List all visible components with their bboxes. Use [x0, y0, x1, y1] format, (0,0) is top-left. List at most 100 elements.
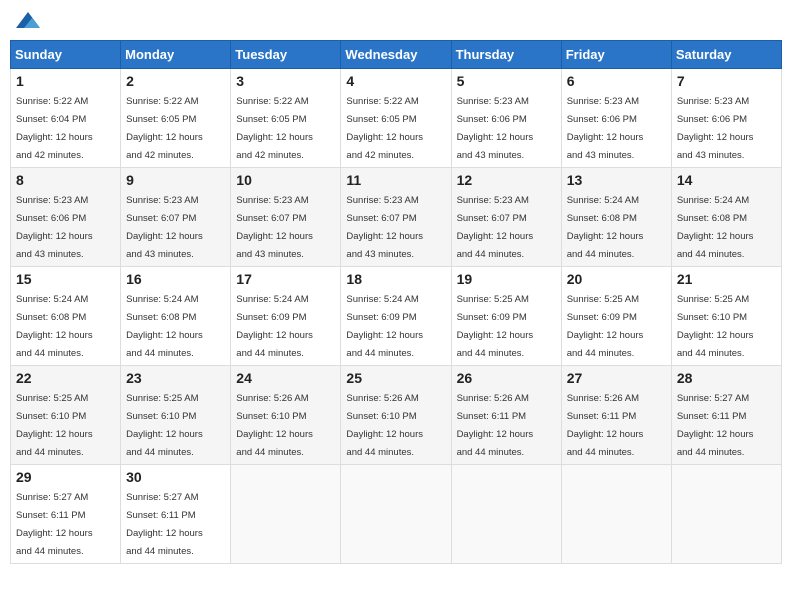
calendar-cell: 2 Sunrise: 5:22 AMSunset: 6:05 PMDayligh…	[121, 69, 231, 168]
day-number: 7	[677, 73, 776, 89]
day-info: Sunrise: 5:22 AMSunset: 6:05 PMDaylight:…	[346, 96, 423, 161]
day-info: Sunrise: 5:24 AMSunset: 6:08 PMDaylight:…	[677, 195, 754, 260]
calendar-cell: 9 Sunrise: 5:23 AMSunset: 6:07 PMDayligh…	[121, 168, 231, 267]
calendar-cell: 24 Sunrise: 5:26 AMSunset: 6:10 PMDaylig…	[231, 366, 341, 465]
header	[10, 10, 782, 32]
day-number: 19	[457, 271, 556, 287]
day-info: Sunrise: 5:26 AMSunset: 6:10 PMDaylight:…	[346, 393, 423, 458]
day-info: Sunrise: 5:27 AMSunset: 6:11 PMDaylight:…	[126, 492, 203, 557]
calendar-cell: 6 Sunrise: 5:23 AMSunset: 6:06 PMDayligh…	[561, 69, 671, 168]
day-info: Sunrise: 5:22 AMSunset: 6:05 PMDaylight:…	[126, 96, 203, 161]
day-number: 2	[126, 73, 225, 89]
day-number: 1	[16, 73, 115, 89]
calendar-cell: 26 Sunrise: 5:26 AMSunset: 6:11 PMDaylig…	[451, 366, 561, 465]
calendar-cell: 19 Sunrise: 5:25 AMSunset: 6:09 PMDaylig…	[451, 267, 561, 366]
day-number: 9	[126, 172, 225, 188]
day-info: Sunrise: 5:26 AMSunset: 6:11 PMDaylight:…	[457, 393, 534, 458]
day-info: Sunrise: 5:27 AMSunset: 6:11 PMDaylight:…	[677, 393, 754, 458]
calendar-cell: 10 Sunrise: 5:23 AMSunset: 6:07 PMDaylig…	[231, 168, 341, 267]
day-info: Sunrise: 5:23 AMSunset: 6:07 PMDaylight:…	[346, 195, 423, 260]
day-info: Sunrise: 5:26 AMSunset: 6:10 PMDaylight:…	[236, 393, 313, 458]
day-info: Sunrise: 5:25 AMSunset: 6:10 PMDaylight:…	[126, 393, 203, 458]
day-info: Sunrise: 5:24 AMSunset: 6:08 PMDaylight:…	[16, 294, 93, 359]
day-info: Sunrise: 5:24 AMSunset: 6:09 PMDaylight:…	[236, 294, 313, 359]
day-info: Sunrise: 5:23 AMSunset: 6:06 PMDaylight:…	[567, 96, 644, 161]
day-number: 27	[567, 370, 666, 386]
day-number: 22	[16, 370, 115, 386]
calendar-cell: 4 Sunrise: 5:22 AMSunset: 6:05 PMDayligh…	[341, 69, 451, 168]
day-number: 26	[457, 370, 556, 386]
day-info: Sunrise: 5:23 AMSunset: 6:07 PMDaylight:…	[236, 195, 313, 260]
day-number: 28	[677, 370, 776, 386]
calendar-cell: 21 Sunrise: 5:25 AMSunset: 6:10 PMDaylig…	[671, 267, 781, 366]
calendar-cell: 14 Sunrise: 5:24 AMSunset: 6:08 PMDaylig…	[671, 168, 781, 267]
day-info: Sunrise: 5:25 AMSunset: 6:09 PMDaylight:…	[567, 294, 644, 359]
day-number: 16	[126, 271, 225, 287]
day-number: 24	[236, 370, 335, 386]
day-number: 5	[457, 73, 556, 89]
calendar-cell: 13 Sunrise: 5:24 AMSunset: 6:08 PMDaylig…	[561, 168, 671, 267]
day-number: 12	[457, 172, 556, 188]
day-info: Sunrise: 5:26 AMSunset: 6:11 PMDaylight:…	[567, 393, 644, 458]
calendar-cell	[231, 465, 341, 564]
day-info: Sunrise: 5:27 AMSunset: 6:11 PMDaylight:…	[16, 492, 93, 557]
day-info: Sunrise: 5:23 AMSunset: 6:06 PMDaylight:…	[677, 96, 754, 161]
calendar-cell: 29 Sunrise: 5:27 AMSunset: 6:11 PMDaylig…	[11, 465, 121, 564]
day-number: 21	[677, 271, 776, 287]
day-info: Sunrise: 5:23 AMSunset: 6:07 PMDaylight:…	[457, 195, 534, 260]
calendar-cell: 12 Sunrise: 5:23 AMSunset: 6:07 PMDaylig…	[451, 168, 561, 267]
weekday-header-tuesday: Tuesday	[231, 41, 341, 69]
calendar-cell: 17 Sunrise: 5:24 AMSunset: 6:09 PMDaylig…	[231, 267, 341, 366]
calendar-cell	[671, 465, 781, 564]
weekday-header-wednesday: Wednesday	[341, 41, 451, 69]
day-info: Sunrise: 5:25 AMSunset: 6:10 PMDaylight:…	[677, 294, 754, 359]
calendar-cell: 23 Sunrise: 5:25 AMSunset: 6:10 PMDaylig…	[121, 366, 231, 465]
calendar: SundayMondayTuesdayWednesdayThursdayFrid…	[10, 40, 782, 564]
calendar-cell: 25 Sunrise: 5:26 AMSunset: 6:10 PMDaylig…	[341, 366, 451, 465]
calendar-cell	[561, 465, 671, 564]
calendar-cell: 5 Sunrise: 5:23 AMSunset: 6:06 PMDayligh…	[451, 69, 561, 168]
calendar-cell: 7 Sunrise: 5:23 AMSunset: 6:06 PMDayligh…	[671, 69, 781, 168]
day-number: 25	[346, 370, 445, 386]
day-number: 4	[346, 73, 445, 89]
calendar-cell: 27 Sunrise: 5:26 AMSunset: 6:11 PMDaylig…	[561, 366, 671, 465]
calendar-cell	[341, 465, 451, 564]
day-number: 14	[677, 172, 776, 188]
day-info: Sunrise: 5:24 AMSunset: 6:08 PMDaylight:…	[567, 195, 644, 260]
day-info: Sunrise: 5:25 AMSunset: 6:10 PMDaylight:…	[16, 393, 93, 458]
calendar-cell: 8 Sunrise: 5:23 AMSunset: 6:06 PMDayligh…	[11, 168, 121, 267]
logo	[14, 10, 46, 32]
day-number: 11	[346, 172, 445, 188]
calendar-cell: 28 Sunrise: 5:27 AMSunset: 6:11 PMDaylig…	[671, 366, 781, 465]
day-number: 10	[236, 172, 335, 188]
day-number: 20	[567, 271, 666, 287]
day-number: 3	[236, 73, 335, 89]
day-number: 6	[567, 73, 666, 89]
logo-icon	[14, 10, 42, 32]
calendar-cell: 18 Sunrise: 5:24 AMSunset: 6:09 PMDaylig…	[341, 267, 451, 366]
day-number: 23	[126, 370, 225, 386]
calendar-cell: 16 Sunrise: 5:24 AMSunset: 6:08 PMDaylig…	[121, 267, 231, 366]
day-info: Sunrise: 5:25 AMSunset: 6:09 PMDaylight:…	[457, 294, 534, 359]
weekday-header-sunday: Sunday	[11, 41, 121, 69]
weekday-header-friday: Friday	[561, 41, 671, 69]
day-number: 18	[346, 271, 445, 287]
day-info: Sunrise: 5:23 AMSunset: 6:06 PMDaylight:…	[457, 96, 534, 161]
calendar-cell	[451, 465, 561, 564]
day-number: 30	[126, 469, 225, 485]
calendar-cell: 22 Sunrise: 5:25 AMSunset: 6:10 PMDaylig…	[11, 366, 121, 465]
day-info: Sunrise: 5:23 AMSunset: 6:06 PMDaylight:…	[16, 195, 93, 260]
weekday-header-monday: Monday	[121, 41, 231, 69]
calendar-cell: 11 Sunrise: 5:23 AMSunset: 6:07 PMDaylig…	[341, 168, 451, 267]
day-info: Sunrise: 5:22 AMSunset: 6:05 PMDaylight:…	[236, 96, 313, 161]
calendar-cell: 3 Sunrise: 5:22 AMSunset: 6:05 PMDayligh…	[231, 69, 341, 168]
day-number: 13	[567, 172, 666, 188]
calendar-cell: 20 Sunrise: 5:25 AMSunset: 6:09 PMDaylig…	[561, 267, 671, 366]
day-number: 15	[16, 271, 115, 287]
weekday-header-saturday: Saturday	[671, 41, 781, 69]
day-info: Sunrise: 5:24 AMSunset: 6:09 PMDaylight:…	[346, 294, 423, 359]
weekday-header-thursday: Thursday	[451, 41, 561, 69]
day-number: 8	[16, 172, 115, 188]
day-info: Sunrise: 5:23 AMSunset: 6:07 PMDaylight:…	[126, 195, 203, 260]
calendar-cell: 15 Sunrise: 5:24 AMSunset: 6:08 PMDaylig…	[11, 267, 121, 366]
